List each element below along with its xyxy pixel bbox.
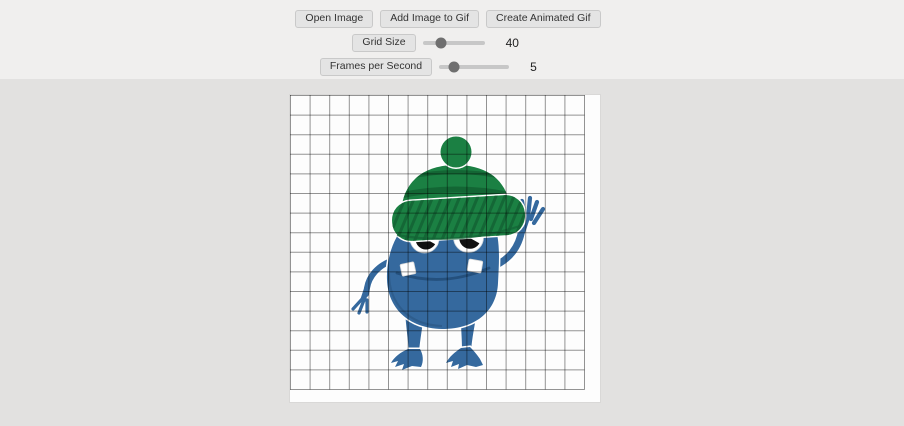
monster-left-arm bbox=[349, 256, 396, 317]
grid-size-row: Grid Size 40 bbox=[352, 33, 521, 52]
monster-left-foot bbox=[388, 347, 425, 373]
header-toolbar: Open Image Add Image to Gif Create Anima… bbox=[0, 0, 904, 79]
create-animated-gif-button[interactable]: Create Animated Gif bbox=[486, 9, 601, 28]
monster-right-foot bbox=[443, 345, 486, 372]
drawing-canvas[interactable] bbox=[290, 95, 600, 402]
grid-size-button[interactable]: Grid Size bbox=[352, 33, 416, 52]
grid-size-slider[interactable] bbox=[422, 36, 485, 50]
workspace bbox=[0, 79, 904, 426]
monster-hat-pompom bbox=[439, 135, 473, 169]
grid-size-slider-track[interactable] bbox=[422, 40, 485, 45]
grid-size-value: 40 bbox=[505, 35, 519, 50]
add-image-to-gif-button[interactable]: Add Image to Gif bbox=[380, 9, 480, 28]
monster-figure bbox=[349, 135, 547, 373]
grid-size-slider-thumb[interactable] bbox=[435, 37, 447, 48]
main-buttons-row: Open Image Add Image to Gif Create Anima… bbox=[295, 9, 601, 28]
open-image-button[interactable]: Open Image bbox=[295, 9, 374, 28]
fps-value: 5 bbox=[530, 59, 537, 74]
fps-slider[interactable] bbox=[439, 60, 510, 74]
fps-row: Frames per Second 5 bbox=[319, 57, 546, 76]
fps-slider-thumb[interactable] bbox=[448, 61, 460, 72]
fps-button[interactable]: Frames per Second bbox=[319, 57, 433, 76]
